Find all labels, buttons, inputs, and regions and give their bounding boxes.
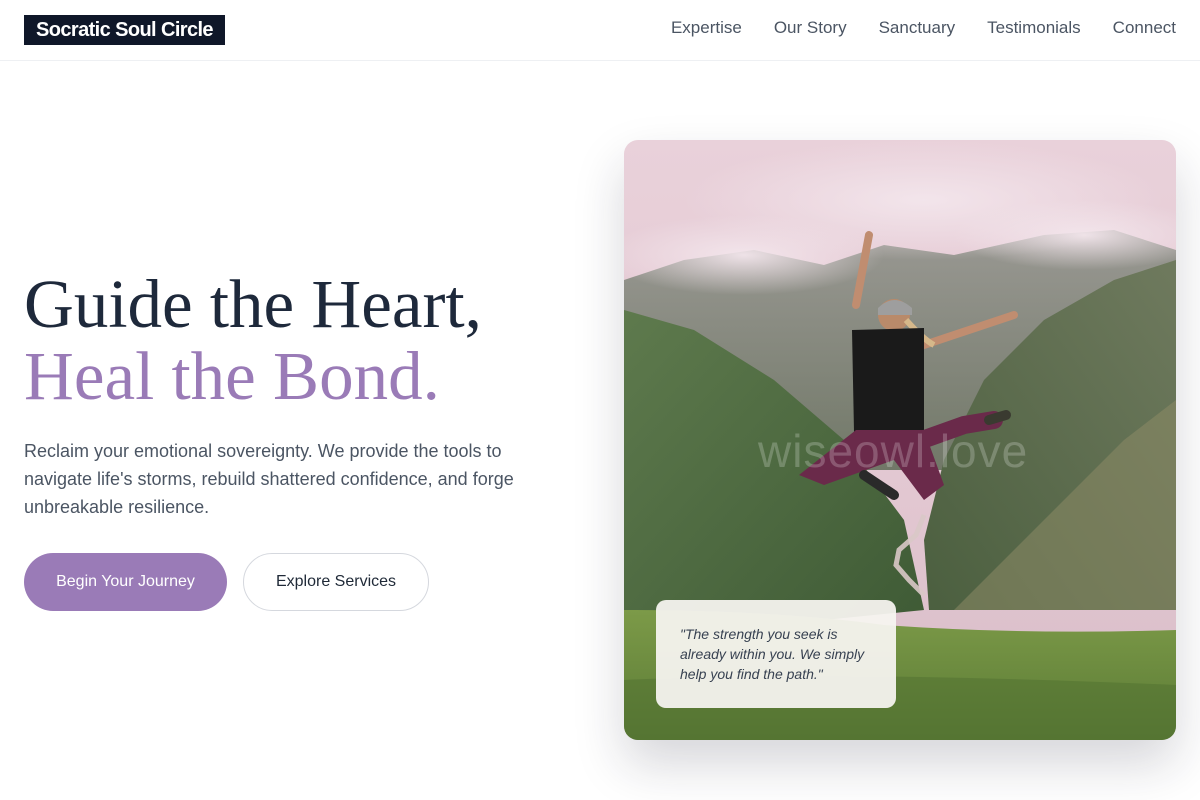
quote-card: "The strength you seek is already within… (656, 600, 896, 708)
headline-line-1: Guide the Heart, (24, 266, 482, 342)
brand-logo[interactable]: Socratic Soul Circle (24, 15, 225, 45)
begin-journey-button[interactable]: Begin Your Journey (24, 553, 227, 611)
main-nav: Expertise Our Story Sanctuary Testimonia… (671, 18, 1176, 38)
nav-link-sanctuary[interactable]: Sanctuary (879, 18, 956, 38)
nav-link-connect[interactable]: Connect (1113, 18, 1176, 38)
nav-link-testimonials[interactable]: Testimonials (987, 18, 1081, 38)
explore-services-button[interactable]: Explore Services (243, 553, 429, 611)
hero-headline: Guide the Heart, Heal the Bond. (24, 268, 482, 412)
quote-text: "The strength you seek is already within… (680, 626, 865, 682)
site-header: Socratic Soul Circle Expertise Our Story… (0, 0, 1200, 61)
hero-description: Reclaim your emotional sovereignty. We p… (24, 441, 514, 517)
headline-line-2: Heal the Bond. (24, 338, 440, 414)
nav-link-expertise[interactable]: Expertise (671, 18, 742, 38)
nav-link-our-story[interactable]: Our Story (774, 18, 847, 38)
hero-image-card: wiseowl.love "The strength you seek is a… (624, 140, 1176, 740)
image-watermark: wiseowl.love (758, 425, 1029, 477)
